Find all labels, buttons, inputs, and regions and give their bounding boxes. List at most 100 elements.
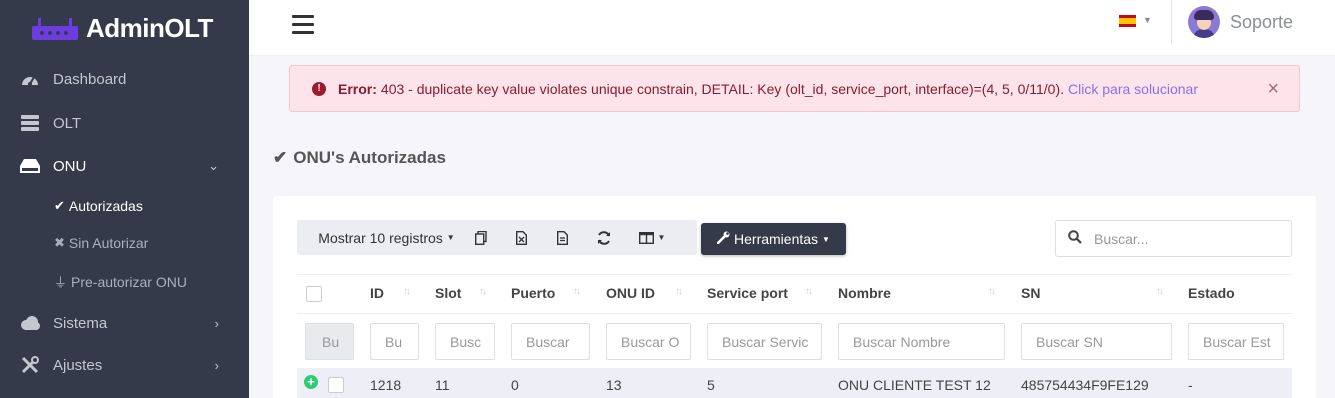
sidebar-subitem-autorizadas[interactable]: ✔ Autorizadas — [54, 198, 143, 214]
cell-nombre: ONU CLIENTE TEST 12 — [838, 377, 991, 393]
refresh-icon — [597, 230, 610, 245]
avatar[interactable] — [1188, 6, 1220, 38]
expand-row-icon[interactable]: + — [304, 375, 318, 389]
sidebar-item-label: OLT — [53, 114, 82, 132]
menu-toggle-icon[interactable] — [292, 15, 314, 35]
check-icon: ✔ — [273, 148, 288, 167]
check-icon: ✔ — [54, 198, 65, 213]
table-card: Mostrar 10 registros ▼ ▼ Herramientas ▼ — [273, 196, 1316, 398]
sort-icon: ↑↓ — [403, 286, 411, 297]
cell-sn: 485754434F9FE129 — [1021, 377, 1149, 393]
cell-puerto: 0 — [511, 377, 519, 393]
filter-nombre[interactable]: Buscar Nombre — [838, 323, 1005, 360]
refresh-button[interactable] — [583, 220, 624, 255]
file-icon — [557, 230, 568, 245]
search-input[interactable]: Buscar... — [1055, 220, 1292, 257]
spain-flag-icon[interactable] — [1119, 15, 1136, 27]
csv-button[interactable] — [542, 220, 583, 255]
divider — [1171, 0, 1172, 44]
cell-id: 1218 — [370, 377, 402, 393]
header-onu-id[interactable]: ONU ID — [606, 285, 655, 301]
user-name[interactable]: Soporte — [1230, 12, 1293, 33]
table-row[interactable]: + 1218 11 0 13 5 ONU CLIENTE TEST 12 485… — [297, 368, 1292, 398]
alert-message: 403 - duplicate key value violates uniqu… — [380, 80, 1065, 97]
header-id[interactable]: ID — [370, 285, 384, 301]
sidebar-item-olt[interactable]: OLT — [0, 113, 249, 133]
excel-icon — [516, 230, 527, 245]
search-icon — [1068, 230, 1082, 247]
copy-icon — [474, 230, 487, 245]
page-length-button[interactable]: Mostrar 10 registros ▼ — [297, 220, 460, 255]
sidebar-subitem-sin-autorizar[interactable]: ✖ Sin Autorizar — [54, 235, 148, 251]
close-icon[interactable]: × — [1267, 78, 1279, 101]
filter-puerto[interactable]: Buscar — [511, 323, 590, 360]
page-length-label: Mostrar 10 registros — [318, 229, 443, 246]
error-alert: ! Error: 403 - duplicate key value viola… — [289, 65, 1300, 112]
sort-icon: ↑↓ — [573, 286, 581, 297]
cell-estado: - — [1188, 377, 1193, 393]
sort-icon: ↑↓ — [1156, 286, 1164, 297]
sort-icon: ↑↓ — [988, 286, 996, 297]
caret-down-icon[interactable]: ▼ — [1143, 15, 1152, 25]
sidebar-item-label: Dashboard — [53, 70, 127, 88]
dashboard-icon — [19, 70, 41, 88]
filter-disabled: Bu — [305, 323, 354, 360]
cell-slot: 11 — [435, 377, 450, 393]
sidebar-item-sistema[interactable]: Sistema › — [0, 313, 249, 333]
select-all-checkbox[interactable] — [306, 286, 322, 302]
sidebar: AdminOLT Dashboard OLT ONU ⌄ ✔ Autorizad… — [0, 0, 249, 398]
columns-button[interactable]: ▼ — [624, 220, 680, 255]
sidebar-subitem-pre-autorizar[interactable]: ⏚ Pre-autorizar ONU — [54, 272, 187, 291]
cell-onu-id: 13 — [606, 377, 622, 393]
server-icon — [19, 114, 41, 132]
filter-estado[interactable]: Buscar Est — [1188, 323, 1284, 360]
table-header: ID ↑↓ Slot ↑↓ Puerto ↑↓ ONU ID ↑↓ Servic… — [297, 274, 1292, 314]
filter-onu-id[interactable]: Buscar O — [606, 323, 691, 360]
sidebar-item-onu[interactable]: ONU ⌄ — [0, 156, 249, 176]
brand-logo-icon — [32, 18, 78, 40]
app-name: AdminOLT — [86, 12, 213, 43]
caret-down-icon: ▼ — [446, 233, 455, 242]
tools-label: Herramientas — [734, 231, 819, 247]
row-checkbox[interactable] — [328, 377, 344, 393]
brand[interactable]: AdminOLT — [0, 0, 249, 56]
sort-icon: ↑↓ — [479, 286, 487, 297]
chevron-right-icon: › — [214, 357, 219, 373]
sidebar-item-ajustes[interactable]: Ajustes › — [0, 355, 249, 375]
columns-icon — [638, 231, 654, 244]
sidebar-item-label: Ajustes — [53, 356, 103, 374]
chevron-right-icon: › — [214, 315, 219, 331]
wrench-icon — [716, 231, 730, 247]
header-puerto[interactable]: Puerto — [511, 285, 555, 301]
tools-icon — [19, 356, 41, 374]
page-title-text: ONU's Autorizadas — [293, 148, 446, 167]
filter-id[interactable]: Bu — [370, 323, 419, 360]
excel-button[interactable] — [501, 220, 542, 255]
cell-service-port: 5 — [707, 377, 715, 393]
caret-down-icon: ▼ — [822, 234, 830, 244]
search-placeholder: Buscar... — [1094, 230, 1149, 247]
sort-icon: ↑↓ — [675, 286, 683, 297]
chevron-down-icon: ⌄ — [208, 158, 219, 173]
header-sn[interactable]: SN — [1021, 285, 1040, 301]
alert-fix-link[interactable]: Click para solucionar — [1068, 81, 1198, 97]
filter-slot[interactable]: Busc — [435, 323, 495, 360]
hdd-icon — [19, 157, 41, 175]
sidebar-item-dashboard[interactable]: Dashboard — [0, 69, 249, 89]
header-service-port[interactable]: Service port — [707, 285, 788, 301]
copy-button[interactable] — [460, 220, 501, 255]
header-slot[interactable]: Slot — [435, 285, 461, 301]
alert-prefix: Error: — [338, 80, 377, 97]
filter-sn[interactable]: Buscar SN — [1021, 323, 1172, 360]
cloud-icon — [19, 314, 41, 332]
header-nombre[interactable]: Nombre — [838, 285, 891, 301]
sidebar-subitem-label: Pre-autorizar ONU — [71, 273, 187, 290]
filter-service-port[interactable]: Buscar Servic — [707, 323, 822, 360]
table-toolbar: Mostrar 10 registros ▼ ▼ — [297, 220, 697, 255]
tools-button[interactable]: Herramientas ▼ — [701, 223, 846, 255]
topbar: ▼ Soporte — [249, 0, 1335, 56]
header-estado[interactable]: Estado — [1188, 285, 1235, 301]
sidebar-subitem-label: Sin Autorizar — [68, 235, 149, 251]
exclamation-icon: ! — [312, 81, 326, 96]
sidebar-item-label: Sistema — [53, 314, 108, 332]
